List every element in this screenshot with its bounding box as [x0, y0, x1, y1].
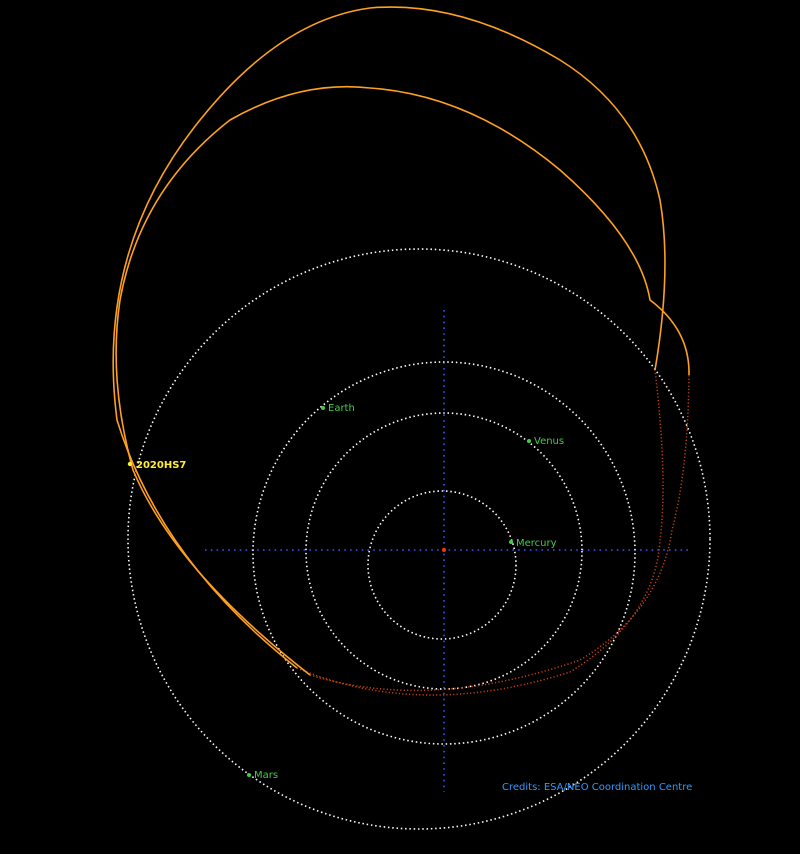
mars-marker	[247, 773, 251, 777]
earth-label: Earth	[328, 403, 355, 414]
sun-marker	[442, 548, 446, 552]
venus-label: Venus	[534, 436, 564, 447]
object-label: 2020HS7	[136, 460, 186, 471]
credits-text: Credits: ESA/NEO Coordination Centre	[502, 782, 692, 793]
mars-label: Mars	[254, 770, 278, 781]
object-marker	[127, 461, 133, 467]
object-2020hs7: 2020HS7	[127, 460, 186, 471]
orbit-diagram-canvas: Mercury Venus Earth Mars 2020HS7 Credits…	[0, 0, 800, 854]
planet-mercury: Mercury	[509, 538, 557, 549]
mercury-label: Mercury	[516, 538, 557, 549]
venus-marker	[527, 439, 531, 443]
mercury-marker	[509, 540, 513, 544]
orbit-diagram: Mercury Venus Earth Mars 2020HS7 Credits…	[0, 0, 800, 854]
earth-marker	[321, 406, 325, 410]
